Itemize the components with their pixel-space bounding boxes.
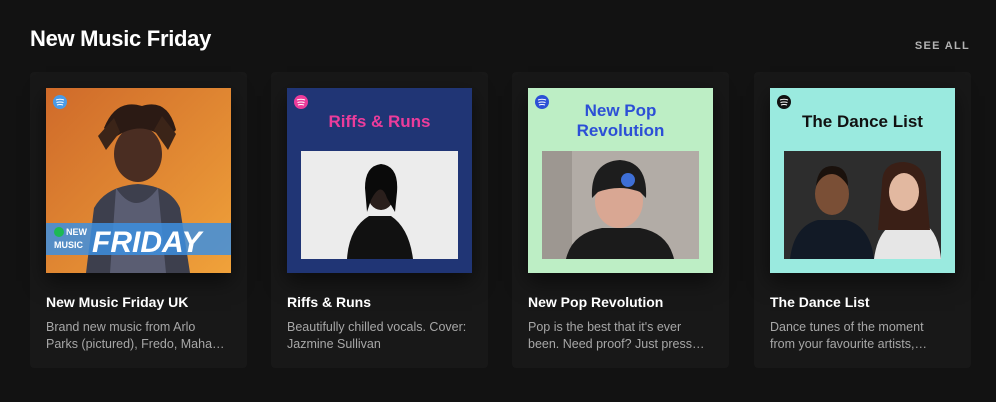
cover-title-line1: New Pop (585, 101, 657, 120)
playlist-card-new-music-friday-uk[interactable]: NEW MUSIC FRIDAY New Music Friday UK Bra… (30, 72, 247, 368)
playlist-title[interactable]: New Pop Revolution (528, 294, 718, 310)
playlist-description: Dance tunes of the moment from your favo… (770, 320, 924, 351)
shelf-header: New Music Friday SEE ALL (30, 22, 970, 56)
playlist-title[interactable]: New Music Friday UK (46, 294, 236, 310)
new-music-friday-shelf: New Music Friday SEE ALL NEW MUSIC FRIDA… (0, 0, 996, 402)
playlist-description: Brand new music from Arlo Parks (picture… (46, 320, 225, 351)
shelf-title[interactable]: New Music Friday (30, 26, 211, 52)
cover-title: Riffs & Runs (329, 112, 431, 131)
playlist-description: Beautifully chilled vocals. Cover: Jazmi… (287, 320, 467, 351)
playlist-title[interactable]: The Dance List (770, 294, 960, 310)
cover-logo-line1: NEW (66, 227, 88, 237)
cover-art-riffs-runs: Riffs & Runs (287, 88, 472, 273)
cover-logo-word: FRIDAY (92, 226, 204, 259)
playlist-description: Pop is the best that it's ever been. Nee… (528, 320, 692, 351)
cover-art-new-pop-revolution: New Pop Revolution (528, 88, 713, 273)
playlist-cover-art: NEW MUSIC FRIDAY (46, 88, 231, 273)
cover-art-the-dance-list: The Dance List (770, 88, 955, 273)
playlist-card-riffs-runs[interactable]: Riffs & Runs Riffs & Runs Beautifully ch… (271, 72, 488, 368)
playlist-cover-art: Riffs & Runs (287, 88, 472, 273)
cover-art-new-music-friday: NEW MUSIC FRIDAY (46, 88, 231, 273)
playlist-card-new-pop-revolution[interactable]: New Pop Revolution New Pop Revolution Po… (512, 72, 729, 368)
see-all-link[interactable]: SEE ALL (915, 40, 970, 52)
playlist-cover-art: New Pop Revolution (528, 88, 713, 273)
cover-logo-line2: MUSIC (54, 240, 84, 250)
playlist-cover-art: The Dance List (770, 88, 955, 273)
cover-title-line2: Revolution (577, 121, 665, 140)
playlist-title[interactable]: Riffs & Runs (287, 294, 477, 310)
cover-title: The Dance List (802, 112, 923, 131)
playlist-card-the-dance-list[interactable]: The Dance List The Dance List Dance tune… (754, 72, 971, 368)
